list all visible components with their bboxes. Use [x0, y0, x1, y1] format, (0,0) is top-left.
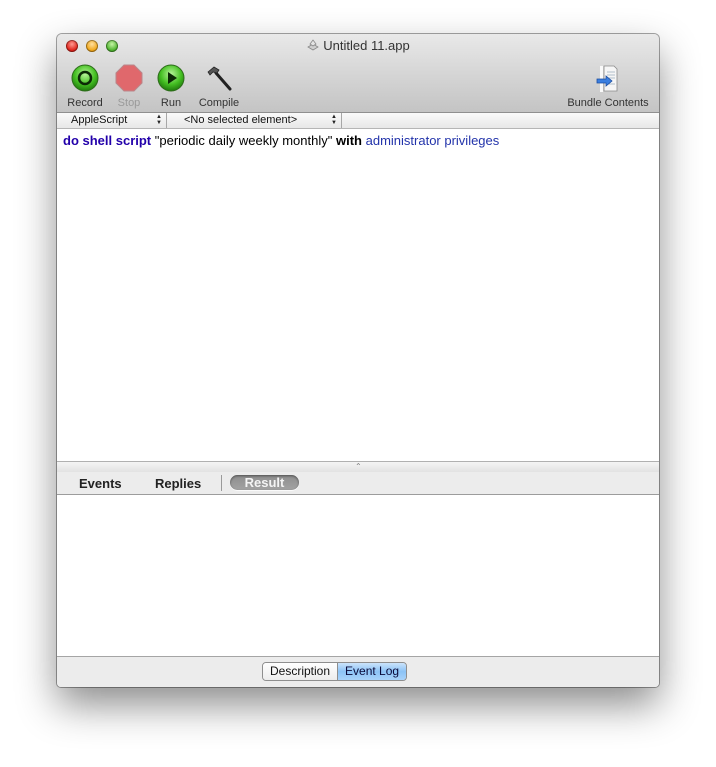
popup-arrows-icon: ▲ ▼: [156, 114, 162, 126]
tab-events[interactable]: Events: [79, 476, 122, 491]
compile-button[interactable]: Compile: [195, 64, 243, 109]
log-tab-bar: Events Replies Result: [57, 472, 659, 495]
script-line: do shell script "periodic daily weekly m…: [63, 133, 499, 149]
bottom-bar: Description Event Log: [57, 657, 659, 687]
element-popup[interactable]: <No selected element> ▲ ▼: [167, 113, 342, 128]
run-label: Run: [160, 97, 182, 109]
view-segmented-control: Description Event Log: [262, 662, 408, 681]
tab-replies[interactable]: Replies: [155, 476, 201, 491]
stop-label: Stop: [117, 97, 141, 109]
window-title-text: Untitled 11.app: [323, 38, 410, 53]
record-icon: [71, 64, 99, 92]
tab-separator: [221, 475, 222, 491]
stop-button[interactable]: Stop: [109, 64, 149, 109]
tab-result[interactable]: Result: [230, 475, 299, 490]
string-token: "periodic daily weekly monthly": [154, 133, 333, 148]
bundle-contents-icon: [596, 65, 618, 92]
splitter-grip-icon: ⌃: [355, 462, 362, 471]
popup-arrows-icon: ▲ ▼: [331, 114, 337, 126]
hammer-icon: [207, 66, 232, 91]
title-toolbar: Untitled 11.app Record Stop Run Compile …: [57, 34, 659, 113]
navigation-bar: AppleScript ▲ ▼ <No selected element> ▲ ▼: [57, 113, 659, 129]
result-area[interactable]: [57, 495, 659, 657]
window-title: Untitled 11.app: [57, 38, 659, 54]
element-value: <No selected element>: [184, 114, 298, 126]
run-icon: [157, 64, 185, 92]
description-segment[interactable]: Description: [263, 663, 338, 680]
bundle-contents-button[interactable]: Bundle Contents: [561, 64, 655, 109]
language-popup[interactable]: AppleScript ▲ ▼: [57, 113, 167, 128]
stop-icon: [115, 64, 143, 92]
bundle-contents-label: Bundle Contents: [567, 97, 649, 109]
language-value: AppleScript: [71, 114, 128, 126]
record-button[interactable]: Record: [65, 64, 105, 109]
applescript-document-icon: [307, 39, 320, 51]
compile-label: Compile: [198, 97, 240, 109]
run-button[interactable]: Run: [151, 64, 191, 109]
script-editor-window: Untitled 11.app Record Stop Run Compile …: [57, 34, 659, 687]
script-editor[interactable]: do shell script "periodic daily weekly m…: [57, 129, 659, 461]
with-keyword-token: with: [335, 133, 362, 148]
parameter-token: administrator privileges: [365, 133, 500, 148]
record-label: Record: [67, 97, 103, 109]
command-token: do shell script: [63, 133, 152, 148]
event-log-segment[interactable]: Event Log: [337, 663, 407, 680]
